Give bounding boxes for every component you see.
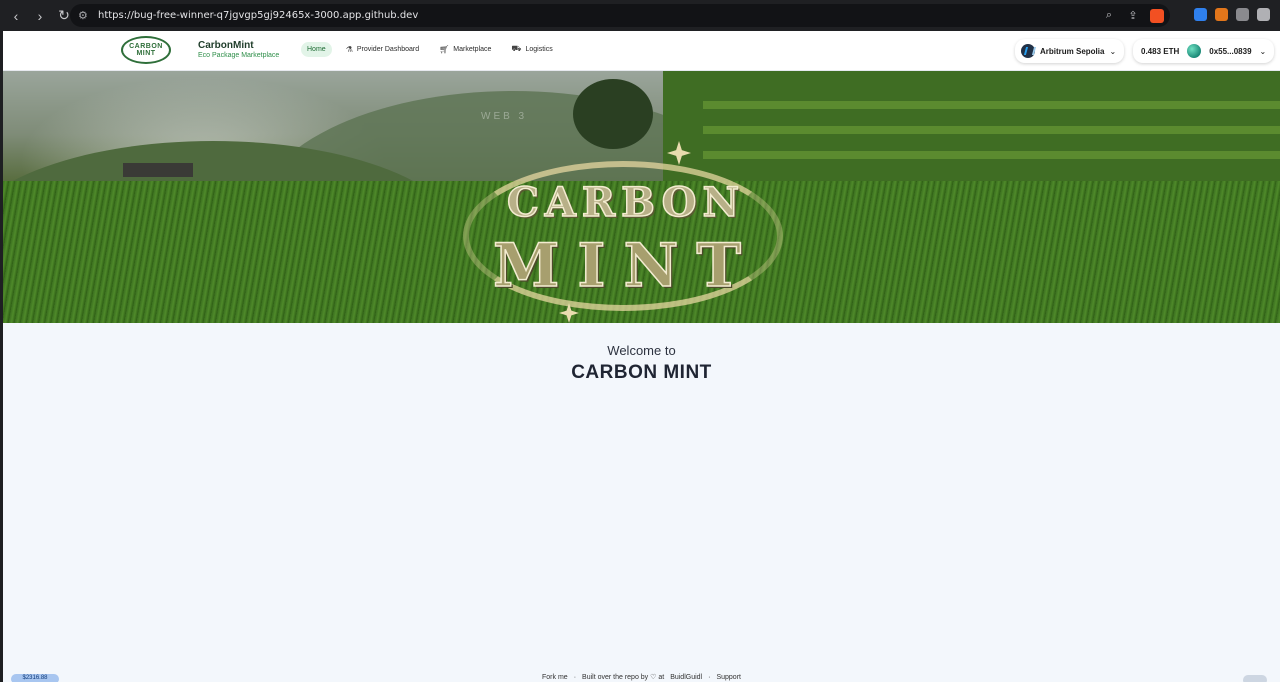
footer: Fork me · Built over the repo by ♡ at Bu… bbox=[3, 674, 1280, 682]
house bbox=[123, 163, 193, 177]
brand[interactable]: CarbonMint Eco Package Marketplace bbox=[198, 40, 279, 59]
flask-icon: ⚗ bbox=[345, 44, 353, 54]
emblem-line-1: CARBON bbox=[506, 178, 746, 227]
browser-toolbar: ‹ › ↻ ⚙ https://bug-free-winner-q7jgvgp5… bbox=[0, 0, 1280, 31]
avatar bbox=[1187, 44, 1202, 58]
app-header: CARBON MINT CarbonMint Eco Package Marke… bbox=[3, 31, 1280, 71]
extension-icon[interactable] bbox=[1194, 8, 1207, 21]
url-text[interactable]: https://bug-free-winner-q7jgvgp5gj92465x… bbox=[98, 10, 418, 21]
main-nav: Home ⚗ Provider Dashboard 🛒︎ Marketplace… bbox=[301, 40, 559, 58]
nav-provider-dashboard-label: Provider Dashboard bbox=[356, 45, 420, 53]
buidlguidl-link[interactable]: BuidlGuidl bbox=[670, 674, 702, 682]
brand-name: CarbonMint bbox=[198, 40, 254, 51]
web3-watermark: WEB 3 bbox=[481, 111, 528, 122]
wallet-button[interactable]: 0.483 ETH 0x55...0839 ⌄ bbox=[1133, 39, 1275, 63]
wallet-address: 0x55...0839 bbox=[1209, 46, 1252, 56]
brand-tagline: Eco Package Marketplace bbox=[198, 52, 280, 59]
welcome-pretitle: Welcome to bbox=[607, 343, 676, 358]
welcome-section: Welcome to CARBON MINT bbox=[3, 343, 1280, 384]
nav-logistics-label: Logistics bbox=[525, 45, 553, 53]
address-bar[interactable]: ⚙ https://bug-free-winner-q7jgvgp5gj9246… bbox=[70, 4, 1170, 27]
tree bbox=[573, 79, 653, 149]
footer-separator: · bbox=[573, 674, 577, 681]
network-switcher[interactable]: Arbitrum Sepolia ⌄ bbox=[1015, 39, 1125, 63]
nav-marketplace[interactable]: 🛒︎ Marketplace bbox=[433, 41, 497, 58]
terrace-line bbox=[703, 101, 1280, 109]
terrace-line bbox=[703, 151, 1280, 159]
emblem-line-2: MINT bbox=[492, 230, 759, 302]
support-link[interactable]: Support bbox=[716, 674, 741, 682]
site-settings-icon[interactable]: ⚙ bbox=[78, 9, 92, 22]
nav-home-label: Home bbox=[307, 45, 326, 53]
nav-marketplace-label: Marketplace bbox=[453, 45, 492, 53]
network-name: Arbitrum Sepolia bbox=[1040, 46, 1105, 56]
footer-separator: · bbox=[708, 674, 711, 681]
hero-banner: WEB 3 CARBON MINT bbox=[3, 71, 1280, 323]
nav-logistics[interactable]: ⛟ Logistics bbox=[505, 40, 558, 58]
chevron-down-icon: ⌄ bbox=[1259, 46, 1267, 56]
carbon-mint-emblem: CARBON MINT bbox=[463, 141, 783, 323]
ai-sparkle-icon[interactable] bbox=[1257, 8, 1270, 21]
arbitrum-icon bbox=[1021, 44, 1035, 58]
terrace-line bbox=[703, 126, 1280, 134]
sparkle-icon bbox=[667, 141, 691, 165]
logo-text: CARBON MINT bbox=[129, 43, 163, 57]
zoom-icon[interactable]: ⌕ bbox=[1102, 9, 1116, 23]
fork-me-link[interactable]: Fork me bbox=[542, 674, 568, 682]
back-icon[interactable]: ‹ bbox=[6, 6, 26, 26]
chevron-down-icon: ⌄ bbox=[1109, 46, 1117, 56]
eth-balance: 0.483 ETH bbox=[1141, 46, 1180, 56]
forward-icon[interactable]: › bbox=[30, 6, 50, 26]
page-title: CARBON MINT bbox=[571, 362, 712, 383]
page-viewport: CARBON MINT CarbonMint Eco Package Marke… bbox=[3, 31, 1280, 682]
carbon-mint-logo[interactable]: CARBON MINT bbox=[121, 36, 171, 64]
nav-home[interactable]: Home bbox=[301, 41, 332, 57]
cart-icon: 🛒︎ bbox=[439, 44, 450, 54]
share-icon[interactable]: ⇪ bbox=[1126, 9, 1140, 23]
extensions-puzzle-icon[interactable] bbox=[1236, 8, 1249, 21]
truck-icon: ⛟ bbox=[511, 44, 522, 53]
nav-provider-dashboard[interactable]: ⚗ Provider Dashboard bbox=[340, 41, 425, 58]
brave-shield-icon[interactable] bbox=[1150, 8, 1164, 23]
metamask-icon[interactable] bbox=[1215, 8, 1228, 21]
theme-toggle[interactable] bbox=[1243, 675, 1267, 682]
footer-built-text: Built over the repo by ♡ at bbox=[582, 674, 665, 681]
